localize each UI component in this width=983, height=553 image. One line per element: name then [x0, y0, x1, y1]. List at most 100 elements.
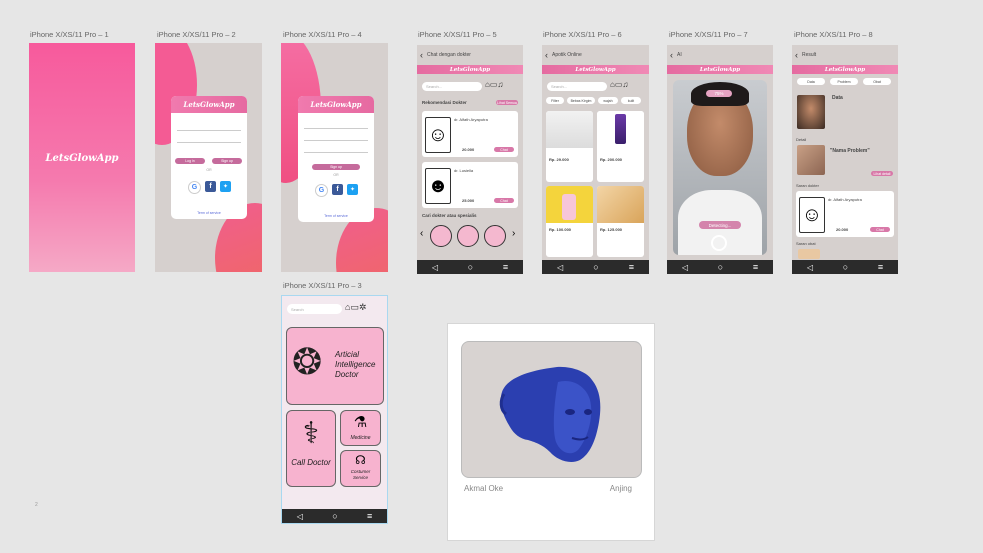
chat-button[interactable]: Chat [494, 198, 514, 203]
artboard-signup[interactable]: LetsGlowApp Sign up OR G f ✦ Term of ser… [281, 43, 388, 272]
nav-home-icon[interactable]: ○ [718, 262, 723, 272]
nav-menu-icon[interactable]: ≡ [503, 262, 508, 272]
back-arrow-icon[interactable]: ‹ [795, 50, 798, 60]
name-field[interactable] [304, 124, 368, 129]
nav-home-icon[interactable]: ○ [332, 511, 337, 521]
terms-link[interactable]: Term of service [171, 211, 247, 215]
doctor-card[interactable]: ☺ dr. Alfath Aryaputra 20.000 Chat [422, 111, 518, 157]
face-mesh-icon [499, 366, 601, 463]
search-input[interactable]: Search [287, 304, 342, 314]
or-divider: OR [333, 173, 339, 177]
email-field[interactable] [177, 126, 241, 131]
nav-home-icon[interactable]: ○ [593, 262, 598, 272]
filter-chip[interactable]: kulit [621, 97, 641, 104]
product-card[interactable]: Rp. 125.000 [597, 186, 644, 257]
artboard-splash[interactable]: LetsGlowApp [29, 43, 135, 272]
facebook-icon[interactable]: f [205, 181, 216, 192]
product-price: Rp. 100.000 [549, 227, 572, 232]
nav-back-icon[interactable]: ◁ [432, 263, 438, 272]
terms-link[interactable]: Term of service [298, 214, 374, 218]
face-mesh-viewport [461, 341, 642, 478]
search-input[interactable]: Search... [547, 82, 607, 91]
problem-title: "Nama Problem" [830, 148, 870, 154]
specialist-icon[interactable] [484, 225, 506, 247]
nav-menu-icon[interactable]: ≡ [753, 262, 758, 272]
specialist-icon[interactable] [430, 225, 452, 247]
signup-button[interactable]: Sign up [312, 164, 360, 170]
view-all-button[interactable]: Lihat Semua [496, 100, 518, 105]
twitter-icon[interactable]: ✦ [220, 181, 231, 192]
nav-home-icon[interactable]: ○ [843, 262, 848, 272]
tab-problem[interactable]: Problem [830, 78, 858, 85]
google-icon[interactable]: G [315, 184, 328, 197]
call-doctor-button[interactable]: ⚕ Call Doctor [286, 410, 336, 487]
chat-button[interactable]: Chat [494, 147, 514, 152]
back-arrow-icon[interactable]: ‹ [420, 50, 423, 60]
product-price: Rp. 125.000 [600, 227, 623, 232]
filter-chip[interactable]: Filter [546, 97, 564, 104]
doctor-name: dr. Lusiella [454, 168, 474, 173]
bell-icon[interactable]: ♫ [497, 80, 503, 89]
doctor-avatar-icon: ☺ [799, 197, 825, 233]
filter-chip[interactable]: wajah [598, 97, 618, 104]
artboard-result[interactable]: ‹ Result LetsGlowApp Data Problem Obat D… [792, 45, 898, 274]
caduceus-icon: ⚕ [302, 417, 320, 450]
detecting-status: Detecting... [699, 221, 741, 229]
ai-doctor-button[interactable]: ❂ Articial Intelligence Doctor [286, 327, 384, 405]
product-price: Rp. 200.000 [600, 157, 623, 162]
doctor-fee: 25.000 [462, 198, 475, 203]
face-mesh-card[interactable]: Akmal Oke Anjing [447, 323, 655, 541]
filter-chip[interactable]: Bebas Kirgim [567, 97, 595, 104]
doctor-card[interactable]: ☻ dr. Lusiella 25.000 Chat [422, 162, 518, 208]
app-logo: LetsGlowApp [699, 66, 741, 73]
nav-back-icon[interactable]: ◁ [682, 263, 688, 272]
artboard-home[interactable]: Search ⌂▭✲ ❂ Articial Intelligence Docto… [281, 295, 388, 524]
email-field[interactable] [304, 136, 368, 141]
app-logo: LetsGlowApp [449, 66, 491, 73]
tab-obat[interactable]: Obat [863, 78, 891, 85]
carousel-prev-icon[interactable]: ‹ [420, 228, 423, 239]
artboard-chat-doctor[interactable]: ‹ Chat dengan dokter LetsGlowApp Search.… [417, 45, 523, 274]
nav-back-icon[interactable]: ◁ [807, 263, 813, 272]
product-card[interactable]: Rp. 200.000 [597, 111, 644, 182]
screen-title: Apotik Online [552, 52, 582, 58]
twitter-icon[interactable]: ✦ [347, 184, 358, 195]
password-field[interactable] [304, 148, 368, 153]
nav-menu-icon[interactable]: ≡ [629, 262, 634, 272]
medicine-button[interactable]: ⚗ Medicine [340, 410, 381, 446]
doctor-card[interactable]: ☺ dr. Alfath Aryaputra 20.000 Chat [796, 191, 894, 237]
score-badge: 75% [706, 90, 732, 97]
carousel-next-icon[interactable]: › [512, 228, 515, 239]
facebook-icon[interactable]: f [332, 184, 343, 195]
customer-service-button[interactable]: ☊ Costumer Service [340, 450, 381, 487]
back-arrow-icon[interactable]: ‹ [545, 50, 548, 60]
artboard-label-6: iPhone X/XS/11 Pro – 6 [543, 30, 622, 39]
artboard-login[interactable]: LetsGlowApp Log in Sign up OR G f ✦ Term… [155, 43, 262, 272]
chat-button[interactable]: Chat [870, 227, 890, 232]
product-card[interactable]: Rp. 100.000 [546, 186, 593, 257]
nav-home-icon[interactable]: ○ [468, 262, 473, 272]
search-input[interactable]: Search... [422, 82, 482, 91]
artboard-pharmacy[interactable]: ‹ Apotik Online LetsGlowApp Search... ⌂▭… [542, 45, 649, 274]
login-button[interactable]: Log in [175, 158, 205, 164]
artboard-ai-scan[interactable]: ‹ AI LetsGlowApp 75% Detecting... ◁ ○ ≡ [667, 45, 773, 274]
detail-button[interactable]: Lihat detail [871, 171, 893, 176]
bell-icon[interactable]: ♫ [622, 80, 628, 89]
signup-button[interactable]: Sign up [212, 158, 242, 164]
artboard-label-2: iPhone X/XS/11 Pro – 2 [157, 30, 236, 39]
google-icon[interactable]: G [188, 181, 201, 194]
artboard-label-7: iPhone X/XS/11 Pro – 7 [669, 30, 748, 39]
chat-icon[interactable]: ▭ [350, 302, 359, 312]
tab-data[interactable]: Data [797, 78, 825, 85]
nav-menu-icon[interactable]: ≡ [878, 262, 883, 272]
product-card[interactable]: Rp. 29.000 [546, 111, 593, 182]
nav-menu-icon[interactable]: ≡ [367, 511, 372, 521]
face-left-label: Akmal Oke [464, 484, 504, 493]
nav-back-icon[interactable]: ◁ [297, 512, 303, 521]
shutter-button[interactable] [711, 235, 727, 251]
back-arrow-icon[interactable]: ‹ [670, 50, 673, 60]
specialist-icon[interactable] [457, 225, 479, 247]
password-field[interactable] [177, 138, 241, 143]
nav-back-icon[interactable]: ◁ [557, 263, 563, 272]
settings-icon[interactable]: ✲ [359, 302, 367, 312]
